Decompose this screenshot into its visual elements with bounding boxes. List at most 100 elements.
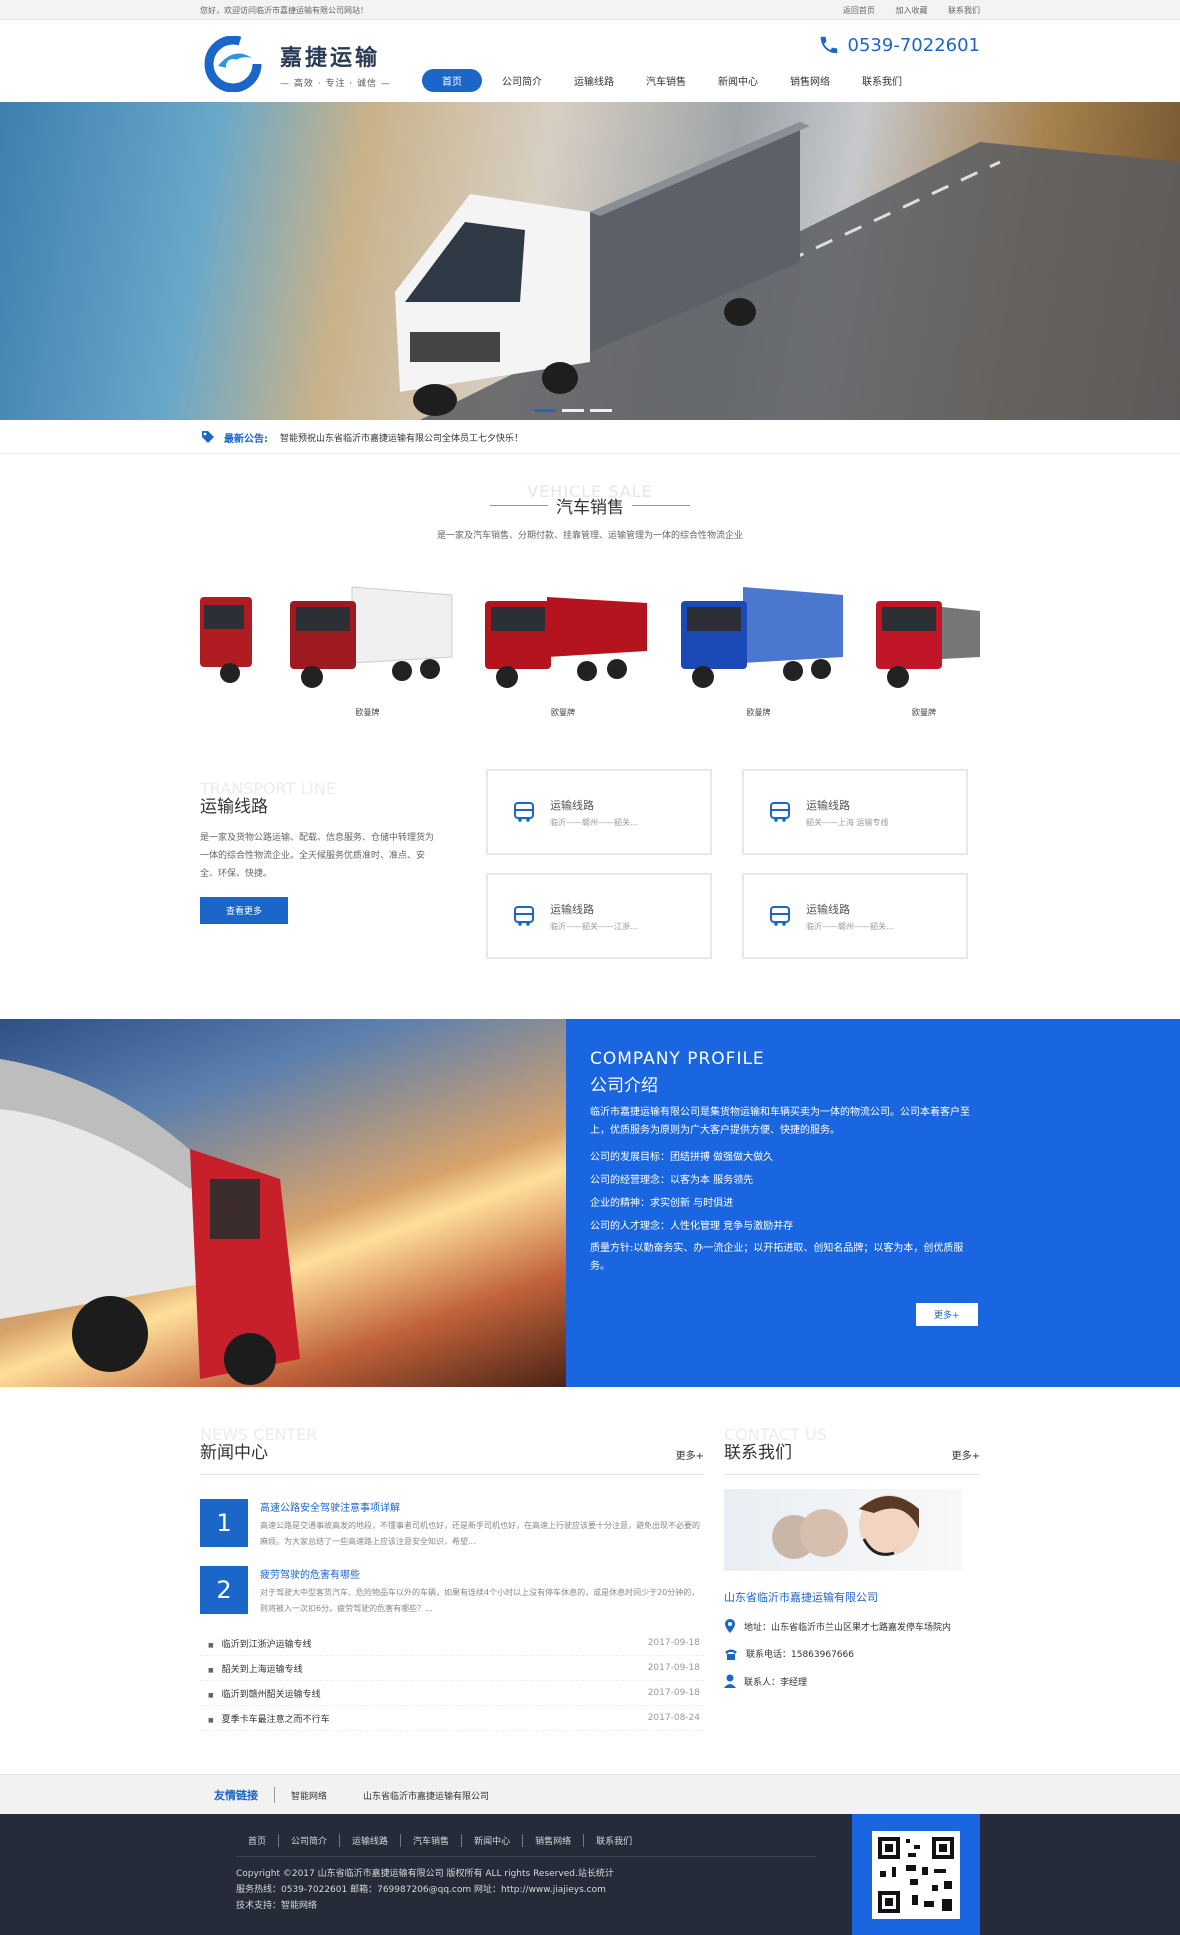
bus-icon — [770, 906, 790, 926]
list-item[interactable]: 临沂到江浙沪运输专线 2017-09-18 — [200, 1631, 704, 1656]
qr-code-icon — [872, 1830, 960, 1919]
route-card[interactable]: 运输线路临沂——赣州——韶关... — [742, 873, 968, 959]
banner-dot[interactable] — [590, 409, 612, 412]
nav-vehicle-sale[interactable]: 汽车销售 — [634, 69, 698, 92]
nav-home[interactable]: 首页 — [422, 69, 482, 92]
nav-sales-network[interactable]: 销售网络 — [778, 69, 842, 92]
footer-nav-item[interactable]: 公司简介 — [279, 1834, 341, 1847]
news-more-link[interactable]: 更多+ — [676, 1447, 704, 1462]
news-link[interactable]: 韶关到上海运输专线 — [208, 1662, 303, 1675]
friend-links-label: 友情链接 — [214, 1787, 275, 1803]
hotline: 0539-7022601 — [818, 34, 980, 56]
profile-item: 质量方针:以勤奋务实、办一流企业；以开拓进取、创知名品牌；以客为本，创优质服务。 — [590, 1243, 964, 1272]
route-title: 运输线路 — [550, 902, 594, 916]
route-path: 韶关——上海 运输专线 — [806, 817, 889, 827]
nav-about[interactable]: 公司简介 — [490, 69, 554, 92]
news-link[interactable]: 临沂到江浙沪运输专线 — [208, 1637, 312, 1650]
news-number: 2 — [200, 1566, 248, 1614]
news-date: 2017-08-24 — [647, 1713, 700, 1723]
notice-bar: 最新公告: 智能预祝山东省临沂市嘉捷运输有限公司全体员工七夕快乐！ — [0, 420, 1180, 454]
location-pin-icon — [725, 1619, 735, 1633]
news-headline[interactable]: 高速公路安全驾驶注意事项详解 — [260, 1499, 704, 1514]
route-path: 临沂——赣州——韶关... — [806, 921, 894, 931]
list-item[interactable]: 临沂到赣州韶关运输专线 2017-09-18 — [200, 1681, 704, 1706]
list-item[interactable]: 夏季卡车最注意之而不行车 2017-08-24 — [200, 1706, 704, 1731]
friend-link[interactable]: 山东省临沂市嘉捷运输有限公司 — [363, 1789, 489, 1802]
truck-image — [289, 586, 452, 688]
truck-image — [876, 601, 980, 688]
vehicle-item[interactable]: 欧曼牌 — [868, 577, 980, 737]
route-path: 临沂——赣州——韶关... — [550, 817, 638, 827]
contact-person: 联系人：李经理 — [724, 1674, 980, 1688]
bus-icon — [514, 906, 534, 926]
home-link[interactable]: 返回首页 — [843, 6, 875, 15]
contact-link[interactable]: 联系我们 — [948, 6, 980, 15]
route-title: 运输线路 — [806, 798, 850, 812]
banner-dots — [534, 409, 618, 412]
featured-news[interactable]: 2 疲劳驾驶的危害有哪些 对于驾驶大中型客货汽车、危险物品车以外的车辆，如果有连… — [200, 1566, 704, 1617]
footer: 首页 公司简介 运输线路 汽车销售 新闻中心 销售网络 联系我们 Copyrig… — [0, 1814, 1180, 1935]
vehicle-item[interactable] — [200, 577, 258, 737]
contact-company: 山东省临沂市嘉捷运输有限公司 — [724, 1591, 878, 1604]
nav-routes[interactable]: 运输线路 — [562, 69, 626, 92]
lines-desc: 是一家及货物公路运输、配载、信息服务、仓储中转理货为一体的综合性物流企业。全天候… — [200, 833, 435, 879]
featured-news[interactable]: 1 高速公路安全驾驶注意事项详解 高速公路是交通事故高发的地段，不懂事者司机也好… — [200, 1499, 704, 1550]
vehicle-sale-section: VEHICLE SALE 汽车销售 是一家及汽车销售、分期付款、挂靠管理、运输管… — [200, 454, 980, 1007]
contact-us: CONTACT US 联系我们 更多+ 山东省临沂市嘉捷运输有限公司 地址：山东… — [724, 1425, 980, 1688]
telephone-icon — [725, 1649, 737, 1660]
route-card[interactable]: 运输线路 临沂——韶关——江浙... — [486, 873, 712, 959]
route-title: 运输线路 — [550, 798, 594, 812]
header: 嘉捷运输 — 高效 · 专注 · 诚信 — 0539-7022601 首页 公司… — [0, 20, 1180, 102]
main-nav: 首页 公司简介 运输线路 汽车销售 新闻中心 销售网络 联系我们 — [422, 69, 922, 92]
footer-nav-item[interactable]: 销售网络 — [523, 1834, 585, 1847]
profile-item: 企业的精神：求实创新 与时俱进 — [590, 1198, 734, 1209]
banner-dot[interactable] — [534, 409, 556, 412]
news-date: 2017-09-18 — [647, 1663, 700, 1673]
profile-item: 公司的经营理念：以客为本 服务领先 — [590, 1175, 754, 1186]
profile-title: 公司介绍 — [590, 1076, 658, 1096]
profile-item: 公司的人才理念：人性化管理 竞争与激励并存 — [590, 1221, 794, 1232]
list-item[interactable]: 韶关到上海运输专线 2017-09-18 — [200, 1656, 704, 1681]
vehicle-item[interactable]: 欧曼牌 — [282, 577, 454, 737]
news-number: 1 — [200, 1499, 248, 1547]
contact-more-link[interactable]: 更多+ — [952, 1447, 980, 1462]
view-more-button[interactable]: 查看更多 — [200, 897, 289, 924]
footer-nav-item[interactable]: 新闻中心 — [462, 1834, 524, 1847]
bus-icon — [770, 802, 790, 822]
news-date: 2017-09-18 — [647, 1688, 700, 1698]
banner-dot[interactable] — [562, 409, 584, 412]
news-list: 临沂到江浙沪运输专线 2017-09-18 韶关到上海运输专线 2017-09-18… — [200, 1631, 704, 1731]
service-info: 服务热线：0539-7022601 邮箱：769987206@qq.com 网址… — [236, 1885, 606, 1895]
footer-nav-item[interactable]: 联系我们 — [584, 1834, 644, 1847]
news-headline[interactable]: 疲劳驾驶的危害有哪些 — [260, 1566, 704, 1581]
hero-banner[interactable] — [0, 102, 1180, 420]
top-bar: 您好，欢迎访问临沂市嘉捷运输有限公司网站！ 返回首页 加入收藏 联系我们 — [0, 0, 1180, 20]
transport-lines-section: TRANSPORT LINE 运输线路 是一家及货物公路运输、配载、信息服务、仓… — [200, 767, 980, 1007]
nav-news[interactable]: 新闻中心 — [706, 69, 770, 92]
logo[interactable]: 嘉捷运输 — 高效 · 专注 · 诚信 — — [204, 35, 391, 93]
copyright: Copyright ©2017 山东省临沂市嘉捷运输有限公司 版权所有 ALL … — [236, 1869, 614, 1879]
contact-title: 联系我们 — [724, 1443, 792, 1463]
friend-link[interactable]: 智能网络 — [291, 1789, 327, 1802]
footer-nav-item[interactable]: 汽车销售 — [401, 1834, 463, 1847]
vehicle-label: 欧曼牌 — [912, 708, 936, 717]
vehicle-item[interactable]: 欧曼牌 — [477, 577, 649, 737]
contact-phone: 联系电话：15863967666 — [724, 1647, 980, 1660]
news-link[interactable]: 夏季卡车最注意之而不行车 — [208, 1712, 330, 1725]
news-link[interactable]: 临沂到赣州韶关运输专线 — [208, 1687, 321, 1700]
truck-image — [485, 597, 647, 688]
tanker-truck-image — [0, 1019, 566, 1387]
nav-contact[interactable]: 联系我们 — [850, 69, 914, 92]
footer-nav-item[interactable]: 运输线路 — [340, 1834, 402, 1847]
profile-more-button[interactable]: 更多+ — [916, 1303, 978, 1326]
vehicle-label: 欧曼牌 — [746, 708, 771, 717]
route-card[interactable]: 运输线路临沂——赣州——韶关... — [486, 769, 712, 855]
vehicle-item[interactable]: 欧曼牌 — [673, 577, 845, 737]
footer-nav-item[interactable]: 首页 — [236, 1834, 280, 1847]
notice-text[interactable]: 智能预祝山东省临沂市嘉捷运输有限公司全体员工七夕快乐！ — [280, 431, 523, 444]
favorite-link[interactable]: 加入收藏 — [895, 6, 927, 15]
notice-label: 最新公告: — [224, 433, 268, 445]
route-title: 运输线路 — [806, 902, 850, 916]
vehicle-label: 欧曼牌 — [551, 708, 575, 717]
route-card[interactable]: 运输线路韶关——上海 运输专线 — [742, 769, 968, 855]
